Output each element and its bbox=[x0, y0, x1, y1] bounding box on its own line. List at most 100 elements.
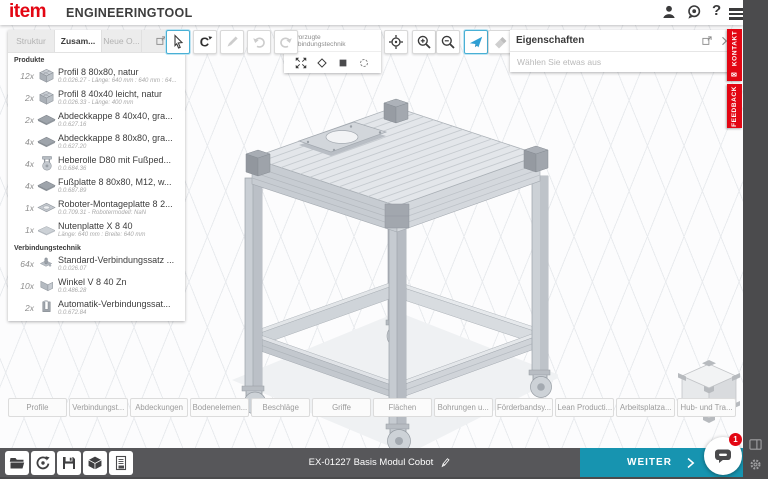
product-quantity: 12x bbox=[12, 71, 34, 81]
auto-position-icon[interactable] bbox=[293, 55, 310, 70]
tab-neue-objekte[interactable]: Neue O... bbox=[102, 30, 142, 52]
support-chat-icon[interactable] bbox=[686, 4, 704, 22]
circle-connection-icon[interactable] bbox=[356, 55, 373, 70]
product-row[interactable]: 1x Roboter-Montageplatte 8 2...0.0.709.31… bbox=[8, 197, 185, 219]
item-logo: item bbox=[9, 1, 46, 23]
history-button[interactable] bbox=[31, 451, 55, 475]
tab-zusammenstellung[interactable]: Zusam... bbox=[55, 30, 102, 52]
properties-panel: Eigenschaften bbox=[510, 30, 736, 72]
product-name: Standard-Verbindungssatz ... bbox=[58, 256, 181, 265]
product-row[interactable]: 2xProfil 8 40x40 leicht, natur0.0.026.33… bbox=[8, 87, 185, 109]
profile-cube-icon bbox=[34, 89, 58, 107]
product-subinfo: 0.0.684.36 bbox=[58, 166, 181, 172]
preferred-connection-panel: bevorzugte Verbindungstechnik bbox=[284, 30, 381, 73]
product-quantity: 4x bbox=[12, 181, 34, 191]
product-section-title: Verbindungstechnik bbox=[8, 241, 185, 253]
center-target-button[interactable] bbox=[384, 30, 408, 54]
popout-properties-icon[interactable] bbox=[701, 35, 713, 47]
product-quantity: 10x bbox=[12, 281, 34, 291]
product-name: Nutenplatte X 8 40 bbox=[58, 222, 181, 231]
product-row[interactable]: 4xAbdeckkappe 8 80x80, gra...0.0.627.20 bbox=[8, 131, 185, 153]
category-tab-arbeitsplatza[interactable]: Arbeitsplatza... bbox=[616, 398, 675, 417]
properties-search-input[interactable] bbox=[510, 52, 736, 72]
side-panel-icon[interactable] bbox=[749, 438, 762, 451]
product-quantity: 4x bbox=[12, 137, 34, 147]
preferred-connection-label: bevorzugte Verbindungstechnik bbox=[284, 30, 381, 52]
product-subinfo: Länge: 640 mm : Breite: 640 mm bbox=[58, 232, 181, 238]
tab-struktur[interactable]: Struktur bbox=[8, 30, 55, 52]
zoom-out-button[interactable] bbox=[436, 30, 460, 54]
cap-plate-icon bbox=[34, 133, 58, 151]
auto-connector-icon bbox=[34, 299, 58, 317]
edit-project-name-icon[interactable] bbox=[439, 457, 451, 469]
kontakt-tab[interactable]: ✉KONTAKT bbox=[727, 29, 742, 81]
angle-bracket-icon bbox=[34, 277, 58, 295]
product-subinfo: 0.0.709.31 - Robotermodell: NaN bbox=[58, 210, 181, 216]
product-quantity: 1x bbox=[12, 225, 34, 235]
eraser-button[interactable] bbox=[488, 30, 512, 54]
product-subinfo: 0.0.026.27 - Länge: 640 mm : 640 mm : 64… bbox=[58, 78, 181, 84]
product-name: Winkel V 8 40 Zn bbox=[58, 278, 181, 287]
product-row[interactable]: 1x Nutenplatte X 8 40Länge: 640 mm : Brei… bbox=[8, 219, 185, 241]
product-name: Fußplatte 8 80x80, M12, w... bbox=[58, 178, 181, 187]
feedback-tab[interactable]: FEEDBACK bbox=[727, 84, 742, 128]
zoom-in-button[interactable] bbox=[412, 30, 436, 54]
cap-plate-icon bbox=[34, 111, 58, 129]
category-tab-verbindungst[interactable]: Verbindungst... bbox=[69, 398, 128, 417]
draw-tool-button[interactable] bbox=[220, 30, 244, 54]
product-name: Automatik-Verbindungssat... bbox=[58, 300, 181, 309]
category-tab-f-rderbandsy[interactable]: Förderbandsy... bbox=[495, 398, 554, 417]
category-tab-hub-und-tra[interactable]: Hub- und Tra... bbox=[677, 398, 736, 417]
product-quantity: 1x bbox=[12, 203, 34, 213]
notification-badge: 1 bbox=[729, 433, 742, 446]
user-account-icon[interactable] bbox=[661, 4, 679, 22]
category-tab-griffe[interactable]: Griffe bbox=[312, 398, 371, 417]
pdf-document-button[interactable] bbox=[109, 451, 133, 475]
diamond-connection-icon[interactable] bbox=[314, 55, 331, 70]
select-tool-button[interactable] bbox=[166, 30, 190, 54]
flat-plate-icon bbox=[34, 221, 58, 239]
envelope-icon: ✉ bbox=[731, 70, 739, 79]
category-tab-bodenelemen[interactable]: Bodenelemen... bbox=[190, 398, 249, 417]
category-tab-fl-chen[interactable]: Flächen bbox=[373, 398, 432, 417]
caster-icon bbox=[34, 155, 58, 173]
product-row[interactable]: 4xFußplatte 8 80x80, M12, w...0.0.687.89 bbox=[8, 175, 185, 197]
help-icon[interactable]: ? bbox=[712, 2, 730, 20]
app-title: ENGINEERINGTOOL bbox=[66, 6, 193, 20]
product-row[interactable]: 64x Standard-Verbindungssatz ...0.0.026.0… bbox=[8, 253, 185, 275]
product-row[interactable]: 4x Heberolle D80 mit Fußped...0.0.684.36 bbox=[8, 153, 185, 175]
cap-plate-icon bbox=[34, 177, 58, 195]
product-quantity: 4x bbox=[12, 159, 34, 169]
save-button[interactable] bbox=[57, 451, 81, 475]
product-row[interactable]: 10xWinkel V 8 40 Zn0.0.486.28 bbox=[8, 275, 185, 297]
open-project-button[interactable] bbox=[5, 451, 29, 475]
undo-button[interactable] bbox=[247, 30, 271, 54]
product-name: Roboter-Montageplatte 8 2... bbox=[58, 200, 181, 209]
product-row[interactable]: 2x Abdeckkappe 8 40x40, gra...0.0.627.16 bbox=[8, 109, 185, 131]
product-name: Profil 8 80x80, natur bbox=[58, 68, 181, 77]
product-subinfo: 0.0.627.16 bbox=[58, 122, 181, 128]
product-row[interactable]: 2xAutomatik-Verbindungssat...0.0.672.84 bbox=[8, 297, 185, 319]
properties-title: Eigenschaften bbox=[516, 35, 696, 46]
redo-button[interactable] bbox=[274, 30, 298, 54]
category-tab-lean-producti[interactable]: Lean Producti... bbox=[555, 398, 614, 417]
svg-text:C: C bbox=[200, 35, 210, 50]
category-tab-abdeckungen[interactable]: Abdeckungen bbox=[130, 398, 189, 417]
category-tab-beschl-ge[interactable]: Beschläge bbox=[251, 398, 310, 417]
3d-export-button[interactable] bbox=[83, 451, 107, 475]
category-tab-bohrungen-u[interactable]: Bohrungen u... bbox=[434, 398, 493, 417]
square-connection-icon[interactable] bbox=[335, 55, 352, 70]
product-name: Abdeckkappe 8 40x40, gra... bbox=[58, 112, 181, 121]
product-quantity: 2x bbox=[12, 115, 34, 125]
fly-mode-button[interactable] bbox=[464, 30, 488, 54]
product-name: Heberolle D80 mit Fußped... bbox=[58, 156, 181, 165]
app-window: item ENGINEERINGTOOL ? Struktur Zusam...… bbox=[0, 0, 743, 477]
product-subinfo: 0.0.627.20 bbox=[58, 144, 181, 150]
rotate-tool-button[interactable]: C bbox=[193, 30, 217, 54]
product-quantity: 2x bbox=[12, 303, 34, 313]
product-subinfo: 0.0.026.07 bbox=[58, 266, 181, 272]
category-tab-profile[interactable]: Profile bbox=[8, 398, 67, 417]
strip-settings-icon[interactable] bbox=[749, 458, 762, 471]
product-row[interactable]: 12x Profil 8 80x80, natur0.0.026.27 - Län… bbox=[8, 65, 185, 87]
product-quantity: 64x bbox=[12, 259, 34, 269]
